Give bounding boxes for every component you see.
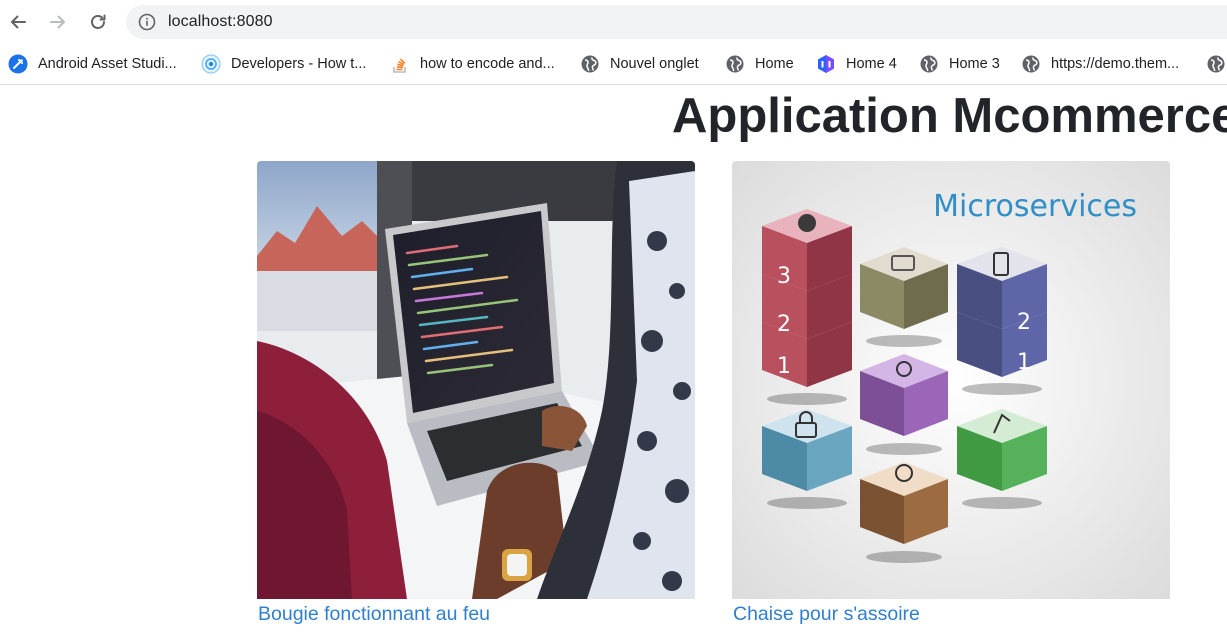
product-name-link[interactable]: Bougie fonctionnant au feu [258, 603, 490, 626]
developers-site-icon [201, 54, 221, 74]
address-bar[interactable]: localhost:8080 [126, 5, 1227, 39]
bookmark-overflow[interactable] [1206, 52, 1227, 76]
arrow-left-icon [11, 15, 26, 29]
product-card: Bougie fonctionnant au feu [257, 161, 695, 627]
info-icon[interactable] [138, 13, 156, 31]
browser-toolbar: localhost:8080 [0, 0, 1227, 44]
reload-button[interactable] [85, 9, 111, 35]
bookmark-demo-them[interactable]: https://demo.them... [1021, 52, 1179, 76]
bookmark-home[interactable]: Home [725, 52, 794, 76]
android-asset-studio-icon [8, 54, 28, 74]
arrow-right-icon [50, 15, 65, 29]
reload-icon [91, 14, 106, 29]
globe-icon [1022, 55, 1040, 73]
globe-icon [726, 55, 744, 73]
product-name-link[interactable]: Chaise pour s'assoire [733, 603, 920, 626]
bookmark-home-4[interactable]: Home 4 [816, 52, 897, 76]
cube-number: 2 [777, 312, 791, 337]
address-url[interactable]: localhost:8080 [168, 13, 273, 31]
product-image-laptop[interactable] [257, 161, 695, 599]
bookmark-android-asset-studio[interactable]: Android Asset Studi... [8, 52, 177, 76]
bookmark-how-to-encode[interactable]: how to encode and... [390, 52, 555, 76]
cube-number: 3 [777, 264, 791, 289]
microservices-image-text: Microservices [933, 189, 1137, 224]
globe-icon [581, 55, 599, 73]
bookmark-home-3[interactable]: Home 3 [919, 52, 1000, 76]
forward-button[interactable] [45, 9, 71, 35]
cube-number: 2 [1017, 310, 1031, 335]
globe-icon [1207, 55, 1225, 73]
page-title: Application Mcommerce [672, 89, 1227, 143]
product-image-microservices[interactable]: Microservices 3 2 1 2 1 [732, 161, 1170, 599]
bookmark-developers[interactable]: Developers - How t... [201, 52, 366, 76]
bookmark-nouvel-onglet[interactable]: Nouvel onglet [580, 52, 699, 76]
cube-number: 1 [777, 354, 791, 379]
back-button[interactable] [5, 9, 31, 35]
globe-icon [920, 55, 938, 73]
stackoverflow-icon [393, 58, 406, 73]
hexagon-logo-icon [818, 55, 834, 73]
product-card: Microservices 3 2 1 2 1 Chaise pour s'as… [732, 161, 1170, 627]
cube-number: 1 [1017, 350, 1031, 375]
bookmarks-bar: Android Asset Studi... Developers - How … [0, 44, 1227, 85]
